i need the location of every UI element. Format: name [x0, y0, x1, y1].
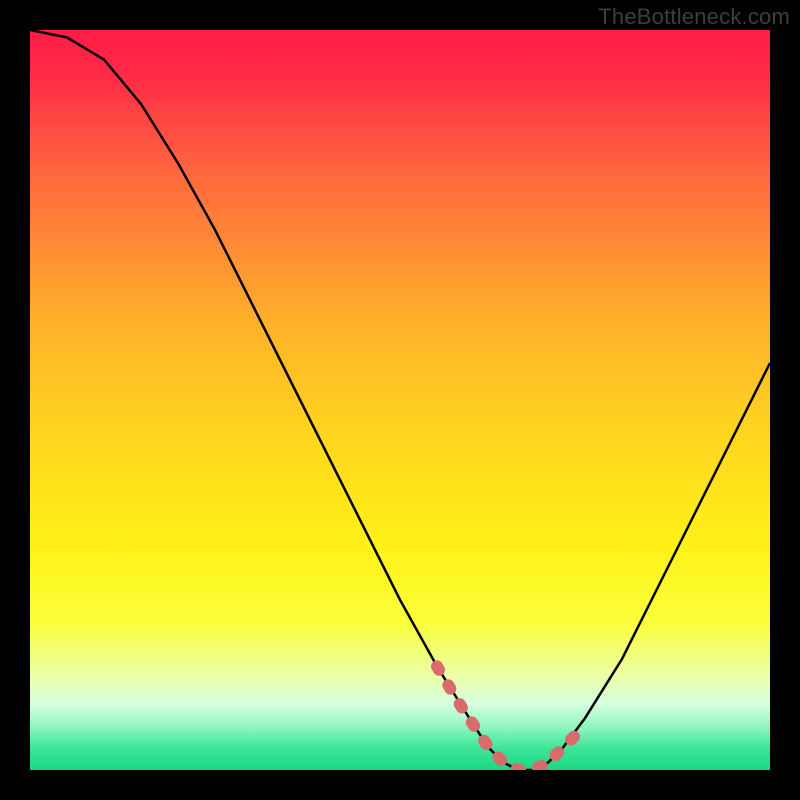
plot-area	[30, 30, 770, 770]
gradient-background	[30, 30, 770, 770]
chart-svg	[30, 30, 770, 770]
chart-frame: TheBottleneck.com	[0, 0, 800, 800]
watermark-text: TheBottleneck.com	[598, 4, 790, 30]
